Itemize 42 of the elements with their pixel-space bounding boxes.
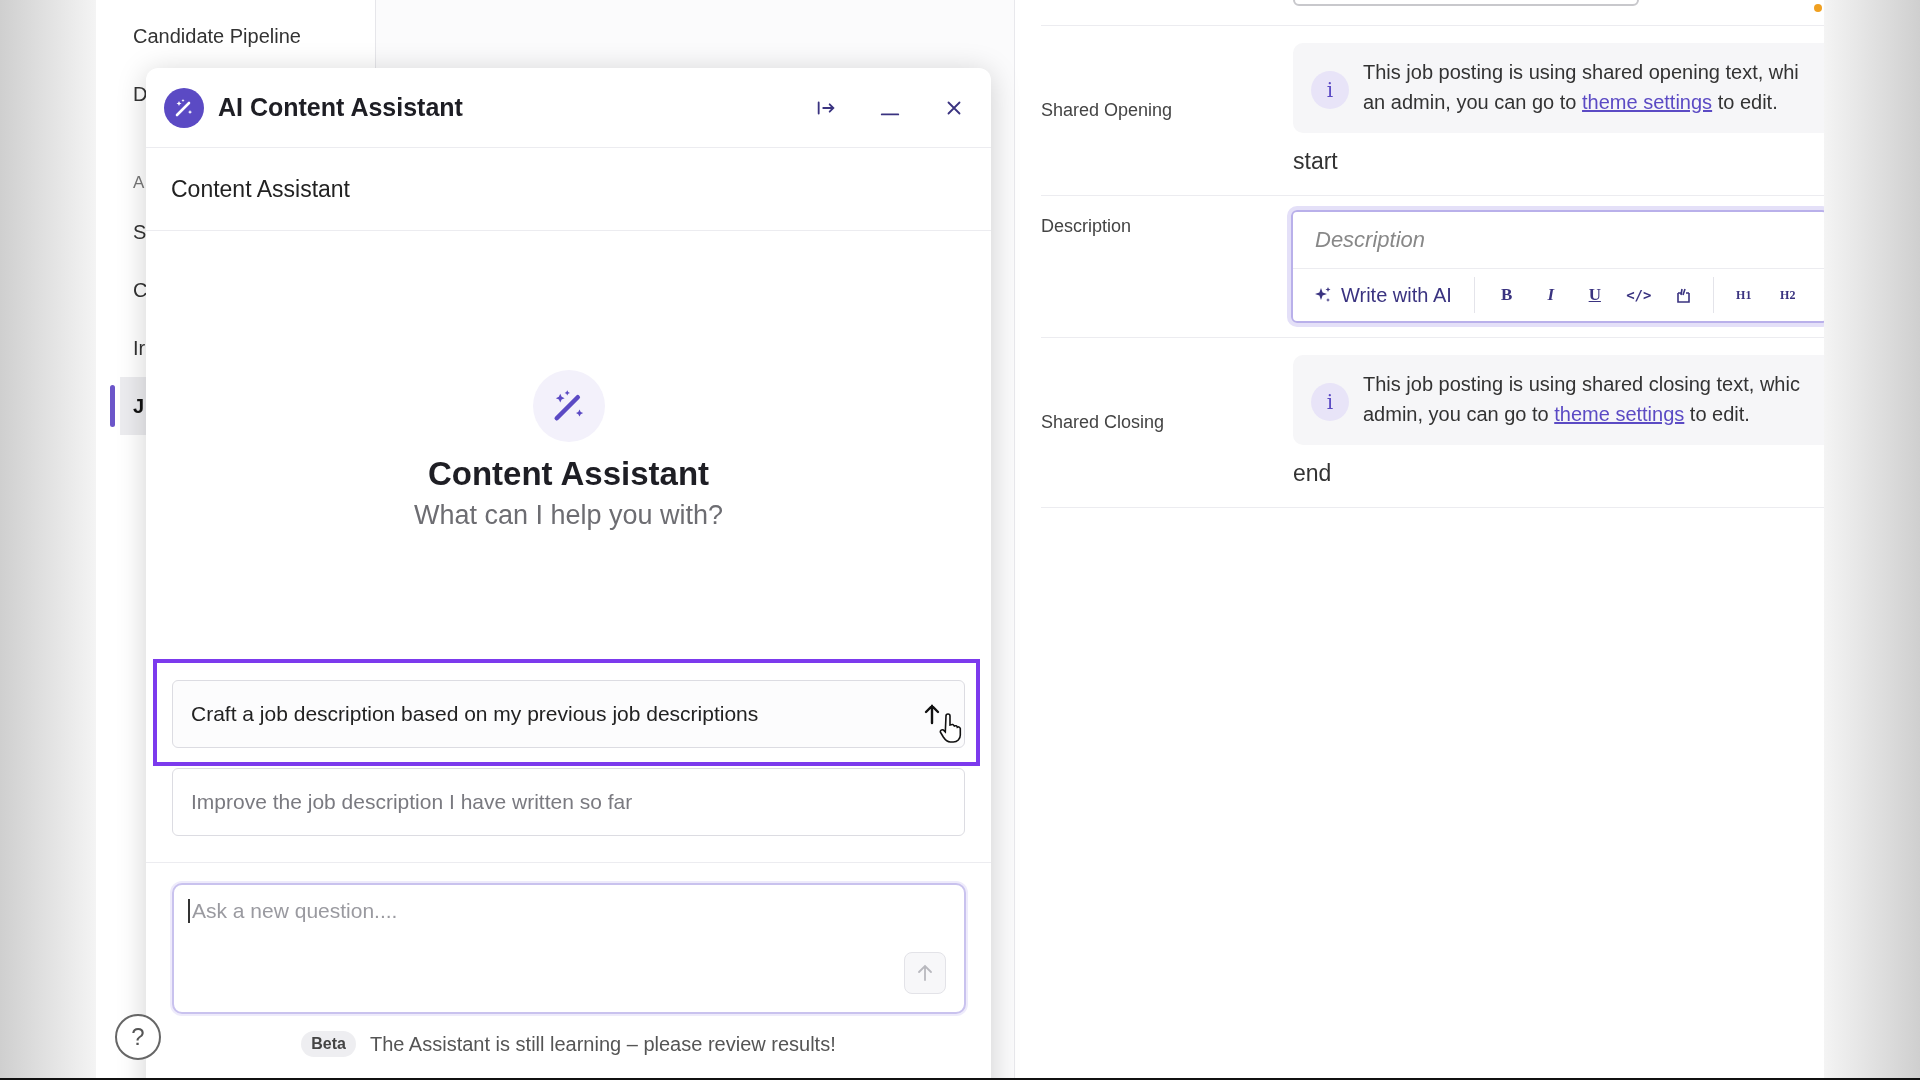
suggestion-button[interactable]: Improve the job description I have written so far: [172, 768, 965, 836]
sidebar-item[interactable]: S: [133, 220, 147, 244]
sidebar-item[interactable]: Candidate Pipeline: [133, 24, 301, 48]
status-dot: [1814, 4, 1822, 12]
section-title: Content Assistant: [146, 148, 991, 231]
arrow-up-icon: [916, 964, 934, 982]
field-label: Shared Closing: [1041, 412, 1166, 433]
wand-icon: [164, 87, 204, 128]
hand-cursor-icon: [938, 713, 962, 743]
field-value: start: [1293, 148, 1339, 175]
sidebar-item[interactable]: C: [133, 278, 148, 302]
sidebar-item[interactable]: D: [133, 82, 148, 106]
theme-settings-link[interactable]: theme settings: [1554, 403, 1685, 425]
field-value: end: [1293, 460, 1333, 487]
format-button[interactable]: U: [1572, 285, 1617, 305]
sidebar-item[interactable]: J: [133, 394, 145, 418]
sidebar-item[interactable]: Ir: [133, 336, 146, 360]
suggestion-button[interactable]: Craft a job description based on my previous job descriptions: [172, 680, 965, 748]
beta-badge: Beta: [301, 1031, 356, 1057]
format-button[interactable]: </>: [1616, 287, 1661, 303]
field-label: Shared Opening: [1041, 100, 1174, 121]
question-field[interactable]: Ask a new question....: [172, 883, 966, 1014]
format-button[interactable]: I: [1528, 285, 1573, 305]
section-header: A: [133, 173, 145, 193]
format-button[interactable]: B: [1484, 285, 1529, 305]
text-cursor: [188, 899, 190, 923]
active-indicator: [110, 385, 115, 427]
panel-title: AI Content Assistant: [218, 93, 464, 122]
theme-settings-link[interactable]: theme settings: [1582, 91, 1713, 113]
notice-text: This job posting is using shared closing text, whic admin, you can go to theme settings to edit.: [1363, 372, 1800, 427]
notice-text: This job posting is using shared opening text, whi an admin, you can go to theme settings to edit.: [1363, 60, 1799, 115]
field-label: Description: [1041, 215, 1133, 237]
info-icon: i: [1311, 71, 1349, 109]
heading-button[interactable]: H2: [1765, 287, 1810, 303]
active-item-background: [120, 377, 146, 435]
write-with-ai-button[interactable]: Write with AI: [1313, 277, 1475, 313]
assistant-heading: Content Assistant: [427, 454, 710, 494]
heading-button[interactable]: H1: [1721, 287, 1766, 303]
assistant-subheading: What can I help you with?: [413, 499, 724, 532]
info-icon: i: [1311, 383, 1349, 421]
arrow-up-icon: [922, 703, 942, 725]
disclaimer-text: The Assistant is still learning – please review results!: [369, 1032, 836, 1056]
